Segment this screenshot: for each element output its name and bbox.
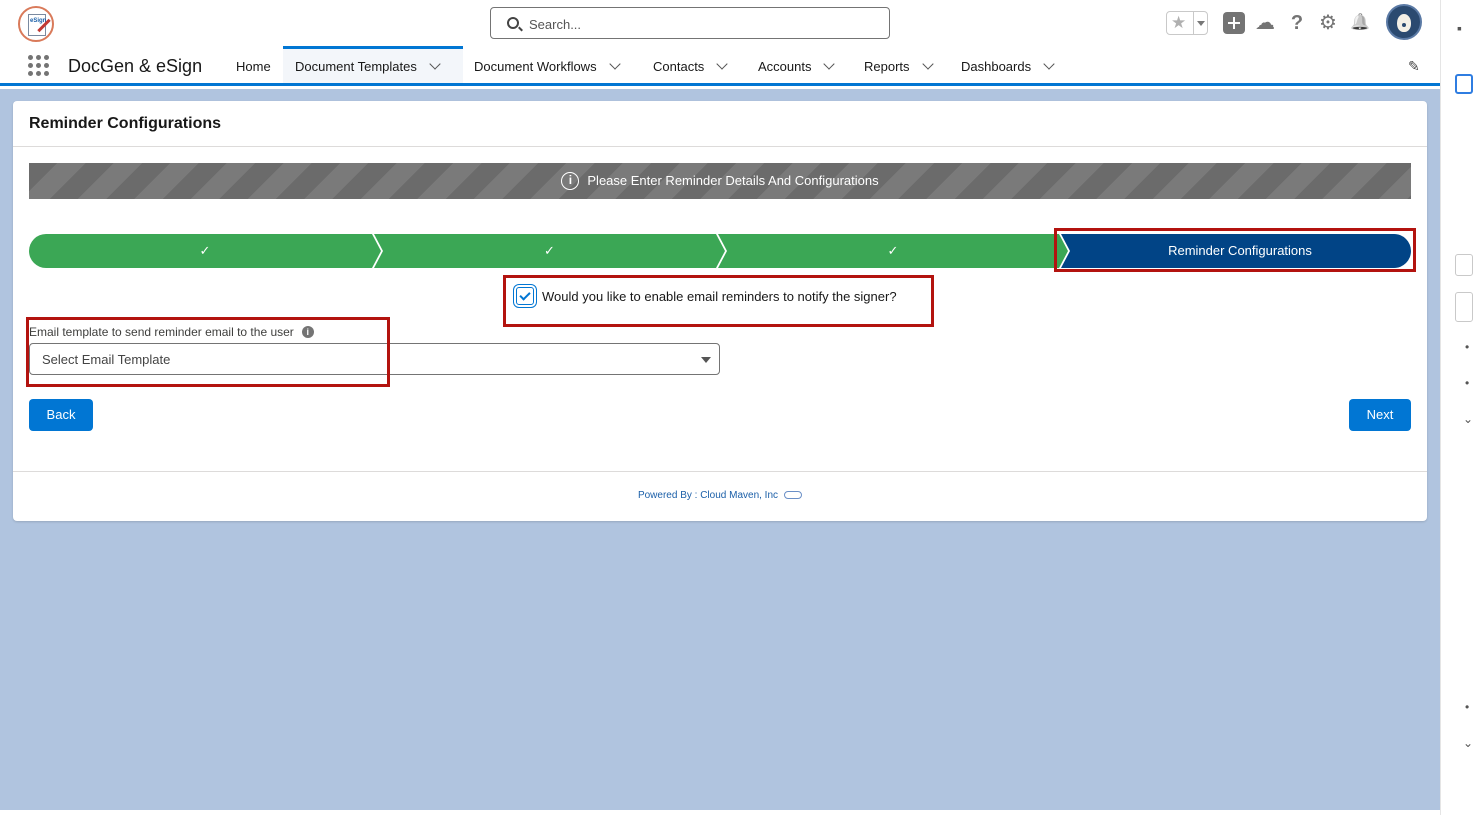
bullet-icon: • bbox=[1465, 340, 1470, 354]
nav-item-reports[interactable]: Reports bbox=[852, 46, 944, 83]
chevron-down-icon[interactable] bbox=[608, 58, 621, 70]
app-launcher-icon[interactable] bbox=[28, 55, 50, 77]
nav-item-label: Contacts bbox=[653, 59, 705, 74]
nav-item-contacts[interactable]: Contacts bbox=[641, 46, 738, 83]
page-title: Reminder Configurations bbox=[29, 115, 222, 132]
search-input[interactable] bbox=[529, 14, 869, 34]
highlight-box bbox=[503, 275, 934, 327]
gear-icon[interactable]: ⚙ bbox=[1317, 12, 1339, 34]
app-name: DocGen & eSign bbox=[68, 56, 203, 76]
nav-item-document-workflows[interactable]: Document Workflows bbox=[462, 46, 631, 83]
next-button[interactable]: Next bbox=[1349, 399, 1411, 431]
check-icon: ✓ bbox=[887, 243, 899, 258]
path-step-1[interactable]: ✓ bbox=[29, 234, 381, 268]
nav-item-label: Document Templates bbox=[295, 59, 417, 74]
user-avatar[interactable] bbox=[1386, 4, 1422, 40]
trailhead-icon[interactable]: ☁ bbox=[1254, 12, 1276, 34]
chevron-down-icon[interactable] bbox=[429, 58, 441, 70]
search-icon[interactable] bbox=[1455, 292, 1473, 322]
global-search[interactable] bbox=[490, 7, 890, 39]
app-logo[interactable]: eSign bbox=[18, 6, 54, 42]
highlight-box bbox=[1054, 228, 1416, 272]
search-icon bbox=[507, 17, 519, 29]
edit-nav-icon[interactable]: ✎ bbox=[1408, 58, 1420, 75]
bell-icon[interactable]: 🔔 bbox=[1349, 12, 1371, 34]
nav-item-label: Reports bbox=[864, 59, 910, 74]
nav-item-accounts[interactable]: Accounts bbox=[746, 46, 845, 83]
utility-sidebar: ▪ • • ⌄ • ⌄ bbox=[1440, 0, 1473, 815]
divider bbox=[13, 471, 1427, 472]
star-icon: ★ bbox=[1171, 13, 1187, 32]
collapse-chevron-icon[interactable] bbox=[1455, 254, 1473, 276]
chevron-down-icon[interactable]: ⌄ bbox=[1463, 412, 1473, 426]
reminder-config-card: Reminder Configurations i Please Enter Re… bbox=[13, 101, 1427, 521]
global-actions-plus-icon[interactable] bbox=[1223, 12, 1245, 34]
bullet-icon: • bbox=[1465, 376, 1470, 390]
chevron-down-icon[interactable] bbox=[823, 58, 836, 70]
favorites-button[interactable]: ★ bbox=[1166, 11, 1208, 35]
nav-item-dashboards[interactable]: Dashboards bbox=[949, 46, 1065, 83]
bear-icon bbox=[1397, 14, 1411, 32]
divider bbox=[13, 146, 1427, 147]
nav-item-label: Document Workflows bbox=[474, 59, 597, 74]
path-step-3[interactable]: ✓ bbox=[718, 234, 1068, 268]
nav-item-label: Accounts bbox=[758, 59, 812, 74]
chevron-down-icon[interactable]: ⌄ bbox=[1463, 736, 1473, 750]
check-icon: ✓ bbox=[199, 243, 211, 258]
apps-icon[interactable]: ▪ bbox=[1457, 20, 1462, 36]
check-icon: ✓ bbox=[544, 243, 555, 258]
cloud-icon bbox=[784, 491, 803, 499]
nav-item-label: Home bbox=[236, 59, 271, 74]
nav-item-home[interactable]: Home bbox=[224, 46, 283, 83]
info-icon: i bbox=[561, 172, 580, 190]
chevron-down-icon[interactable] bbox=[921, 58, 934, 70]
highlight-box bbox=[26, 317, 390, 387]
path-step-2[interactable]: ✓ bbox=[374, 234, 725, 268]
nav-item-document-templates[interactable]: Document Templates bbox=[283, 46, 463, 83]
powered-by: Powered By : Cloud Maven, Inc bbox=[13, 490, 1427, 501]
powered-by-text[interactable]: Powered By : Cloud Maven, Inc bbox=[638, 490, 778, 501]
app-tile-icon[interactable] bbox=[1455, 74, 1473, 94]
help-icon[interactable]: ? bbox=[1286, 12, 1308, 34]
caret-down-icon bbox=[701, 357, 711, 363]
chevron-down-icon[interactable] bbox=[1043, 58, 1055, 70]
nav-item-label: Dashboards bbox=[961, 59, 1032, 74]
app-nav-bar: DocGen & eSign Home Document Templates D… bbox=[0, 46, 1440, 86]
favorites-dropdown-icon[interactable] bbox=[1193, 12, 1208, 34]
bullet-icon: • bbox=[1465, 700, 1470, 714]
info-banner: i Please Enter Reminder Details And Confi… bbox=[29, 163, 1411, 199]
banner-text: Please Enter Reminder Details And Config… bbox=[587, 173, 879, 188]
global-header: eSign ★ ☁ ? ⚙ 🔔 bbox=[0, 0, 1440, 46]
back-button[interactable]: Back bbox=[29, 399, 93, 431]
chevron-down-icon[interactable] bbox=[716, 58, 728, 70]
